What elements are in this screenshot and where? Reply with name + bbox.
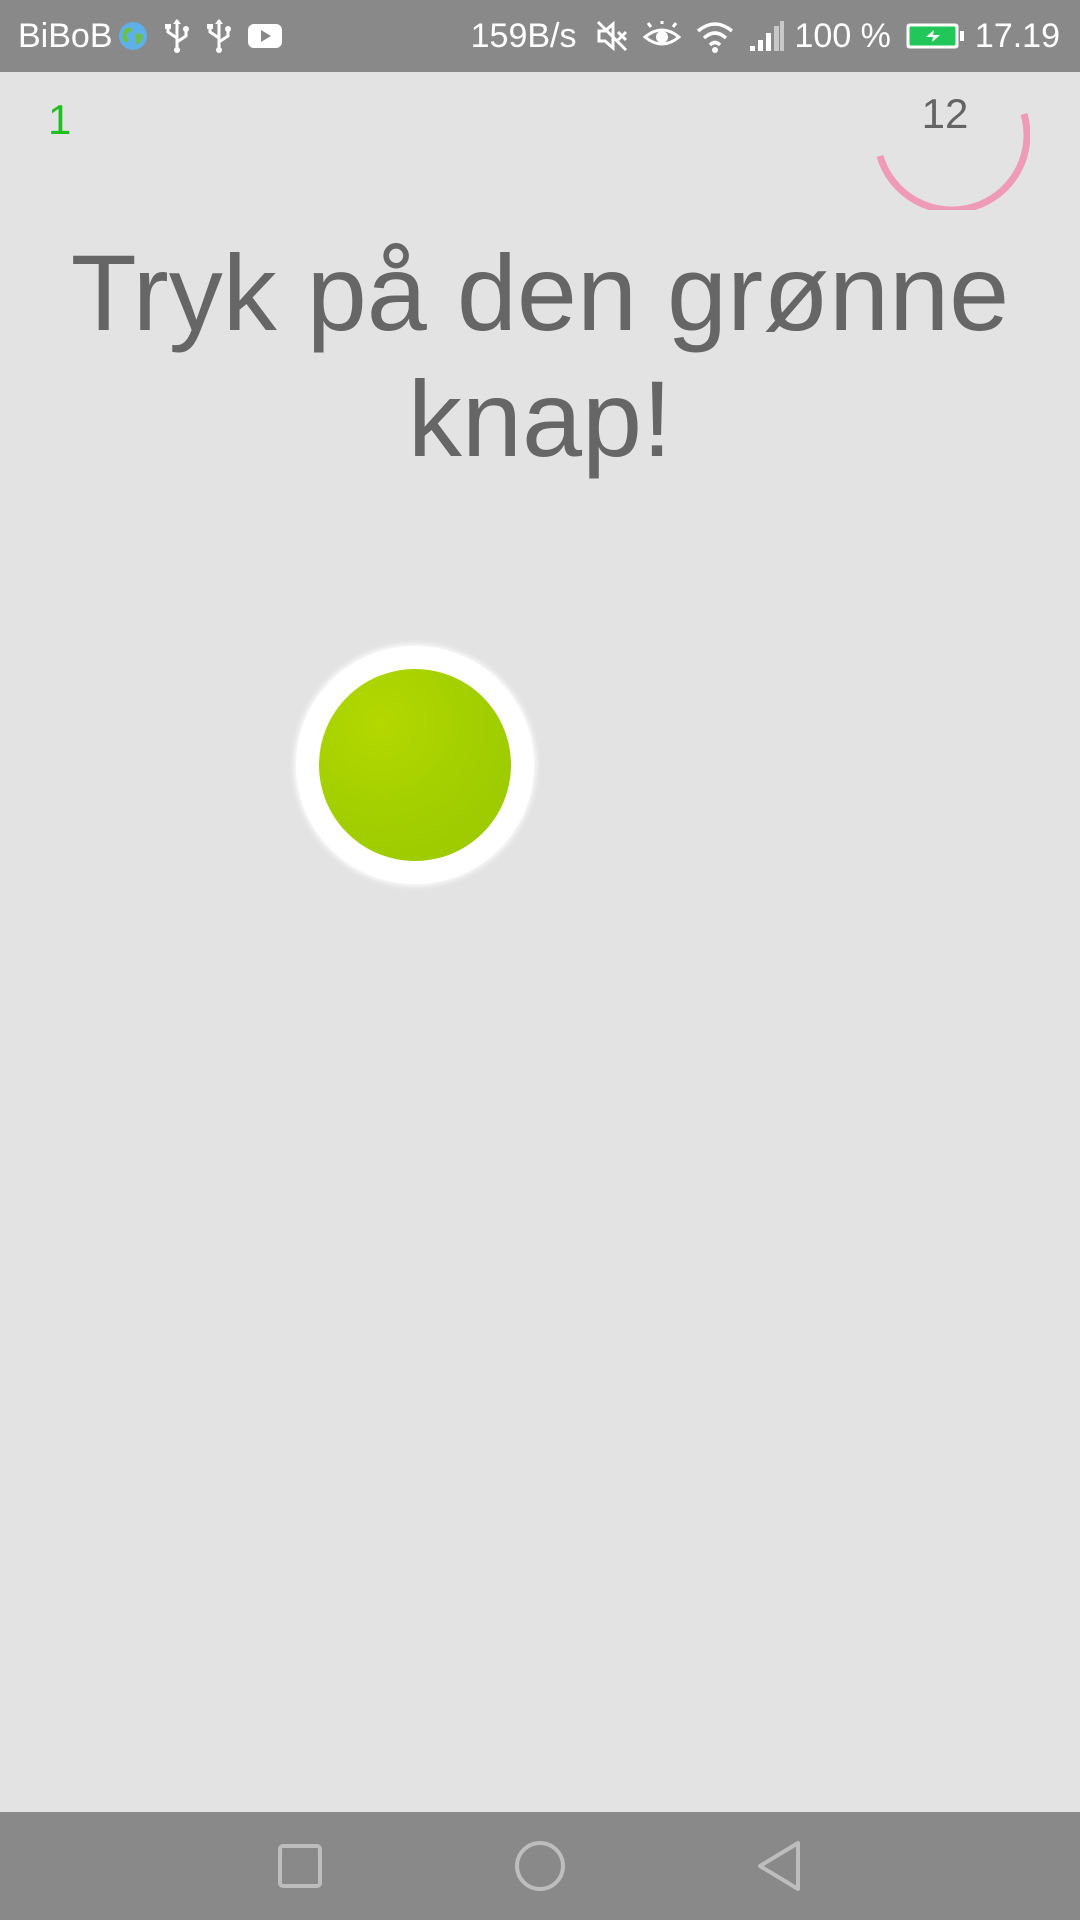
score-counter: 1 [48, 96, 72, 143]
home-button[interactable] [500, 1826, 580, 1906]
clock: 17.19 [974, 16, 1060, 55]
timer-value: 12 [921, 90, 969, 137]
usb-icon [205, 18, 233, 54]
mute-icon [595, 19, 629, 53]
green-button[interactable] [296, 646, 534, 884]
recents-icon [278, 1844, 322, 1888]
green-button-ball [319, 669, 511, 861]
status-bar-right: 159B/s 100 % 17.19 [471, 0, 1060, 72]
countdown-timer: 12 [860, 80, 1030, 210]
instruction-line-1: Tryk på den grønne [70, 232, 1010, 353]
battery-percent: 100 % [794, 16, 891, 55]
status-bar: BiBoB 159B/s 100 % 17.19 [0, 0, 1080, 72]
youtube-icon [247, 23, 283, 49]
instruction-line-2: knap! [407, 358, 673, 479]
carrier-name: BiBoB [18, 16, 113, 55]
instruction-text: Tryk på den grønne knap! [40, 230, 1040, 482]
globe-icon [117, 20, 149, 52]
signal-icon [749, 20, 785, 52]
eye-comfort-icon [642, 21, 681, 51]
recents-button[interactable] [260, 1826, 340, 1906]
network-speed: 159B/s [470, 16, 577, 55]
status-bar-left: BiBoB [18, 0, 283, 72]
back-button[interactable] [740, 1826, 820, 1906]
back-icon [758, 1841, 800, 1891]
navigation-bar [0, 1812, 1080, 1920]
home-icon [515, 1841, 565, 1891]
wifi-icon [695, 19, 735, 53]
battery-charging-icon [905, 21, 965, 51]
usb-icon [163, 18, 191, 54]
